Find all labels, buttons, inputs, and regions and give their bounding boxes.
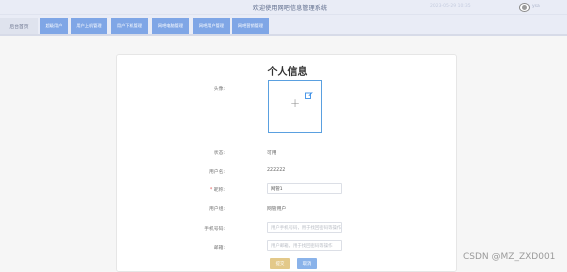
watermark: CSDN @MZ_ZXD001 [463,252,556,262]
avatar[interactable] [519,3,530,12]
nav-item-users[interactable]: 网吧用户管理 [193,18,230,34]
nav-item-super-user[interactable]: 超级用户 [40,18,68,34]
nickname-label-text: 昵称: [213,188,225,193]
site-title: 欢迎使用网吧信息管理系统 [252,5,328,12]
nav-home[interactable]: 后台首页 [0,18,38,34]
status-value: 可用 [267,151,277,156]
submit-button[interactable]: 提交 [270,258,290,269]
nickname-input[interactable]: 网管1 [267,183,342,194]
nav-item-online[interactable]: 用户上机管理 [71,18,107,34]
account-label: 用户名: [208,170,225,175]
email-label: 邮箱: [213,246,225,251]
phone-label: 手机号码: [204,227,225,232]
group-label: 用户组: [208,207,225,212]
nickname-label: * 昵称: [135,186,225,193]
cancel-button[interactable]: 取消 [297,258,317,269]
status-label: 状态: [213,151,225,156]
user-avatar-icon [522,5,527,10]
account-value: 222222 [267,168,286,173]
phone-input[interactable]: 用户手机号码，用于找回密码等操作 [267,222,342,233]
nav-item-offline[interactable]: 用户下机管理 [111,18,148,34]
group-value: 网管用户 [267,207,287,212]
nav-item-computer[interactable]: 网吧电脑管理 [152,18,189,34]
plus-icon: + [290,96,301,110]
nav-item-marketing[interactable]: 网吧营销管理 [232,18,269,34]
page-title: 个人信息 [267,67,308,78]
avatar-upload[interactable]: + [268,80,322,133]
nav-bar: 后台首页 超级用户 用户上机管理 用户下机管理 网吧电脑管理 网吧用户管理 网吧… [0,15,567,36]
email-input[interactable]: 用户邮箱，用于找回密码等操作 [267,240,342,251]
top-header: 欢迎使用网吧信息管理系统 2023-05-29 10:35 ysa [0,0,567,15]
avatar-label: 头像: [213,87,225,92]
header-info: 2023-05-29 10:35 [430,4,471,9]
edit-icon[interactable] [305,91,313,99]
header-user-name[interactable]: ysa [532,4,540,9]
profile-card: 个人信息 头像: + 状态: 可用 用户名: 222222 * 昵称: 网管1 … [116,54,457,272]
